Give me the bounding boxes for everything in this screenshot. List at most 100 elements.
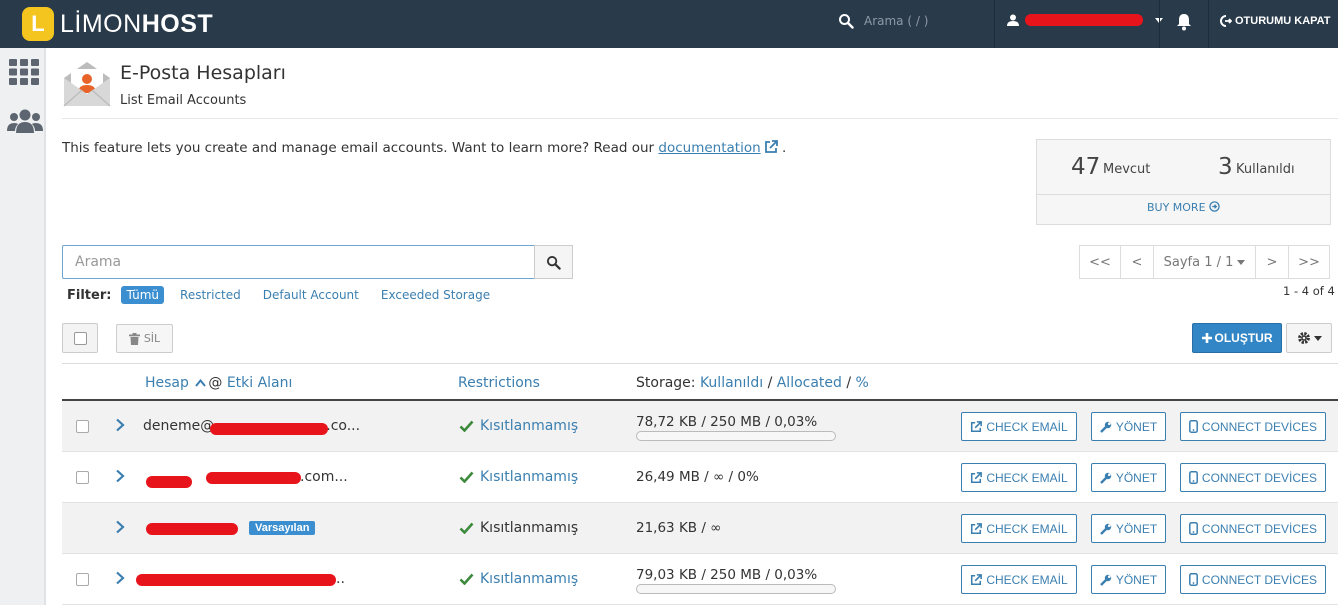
restrictions-column-header[interactable]: Restrictions [458, 375, 540, 391]
redaction-mark [146, 523, 238, 535]
page-select[interactable]: Sayfa 1 / 1 [1153, 245, 1256, 279]
top-search[interactable]: Arama ( / ) [838, 13, 928, 29]
chevron-right-icon[interactable] [115, 469, 125, 483]
select-all-checkbox[interactable] [62, 323, 98, 353]
last-page-button[interactable]: >> [1288, 245, 1330, 279]
check-email-label: CHECK EMAİL [986, 521, 1068, 536]
description-end: . [781, 140, 787, 156]
connect-devices-button[interactable]: CONNECT DEVİCES [1180, 463, 1326, 492]
redaction-mark [206, 472, 301, 484]
check-email-button[interactable]: CHECK EMAİL [961, 514, 1077, 543]
redaction-mark [136, 574, 336, 586]
user-icon [1007, 14, 1019, 26]
table-header: Hesap @ Etki Alanı Restrictions Storage:… [62, 363, 1338, 401]
check-email-button[interactable]: CHECK EMAİL [961, 565, 1077, 594]
manage-button[interactable]: YÖNET [1091, 463, 1166, 492]
next-page-button[interactable]: > [1255, 245, 1289, 279]
users-group-icon[interactable] [7, 108, 43, 134]
chevron-right-icon[interactable] [115, 418, 125, 432]
topbar-divider [994, 0, 995, 48]
chevron-right-icon[interactable] [115, 520, 125, 534]
logo-badge-icon: L [22, 7, 54, 41]
arrow-circle-right-icon [1209, 201, 1220, 212]
search-button[interactable] [534, 245, 573, 279]
account-tail: .co... [326, 418, 361, 434]
table-row: .com... Kısıtlanmamış 26,49 MB / ∞ / 0% … [62, 452, 1338, 503]
delete-button[interactable]: SİL [116, 324, 173, 353]
row-checkbox[interactable] [76, 471, 89, 484]
restriction-link[interactable]: Kısıtlanmamış [480, 418, 578, 434]
chevron-right-icon[interactable] [115, 571, 125, 585]
storage-usage: 26,49 MB / ∞ / 0% [636, 469, 759, 485]
storage-usage: 21,63 KB / ∞ [636, 520, 722, 536]
settings-dropdown-button[interactable] [1286, 323, 1332, 353]
manage-button[interactable]: YÖNET [1091, 565, 1166, 594]
manage-button[interactable]: YÖNET [1091, 412, 1166, 441]
mobile-phone-icon [1188, 522, 1198, 535]
filter-restricted[interactable]: Restricted [180, 288, 241, 302]
top-bar: L LİMONHOST Arama ( / ) OTURUMU KAPAT [0, 0, 1338, 48]
user-menu[interactable] [1007, 14, 1163, 26]
connect-devices-label: CONNECT DEVİCES [1201, 419, 1318, 434]
page-title: E-Posta Hesapları [120, 62, 286, 84]
filter-label: Filter: [67, 287, 112, 303]
manage-label: YÖNET [1115, 470, 1158, 485]
account-tail: .com... [300, 469, 348, 485]
search-input[interactable]: Arama [62, 245, 535, 279]
limonhost-logo[interactable]: L LİMONHOST [22, 7, 213, 41]
manage-button[interactable]: YÖNET [1091, 514, 1166, 543]
filter-bar: Filter: Tümü Restricted Default Account … [67, 286, 512, 304]
check-email-button[interactable]: CHECK EMAİL [961, 412, 1077, 441]
caret-down-icon [1237, 259, 1246, 265]
at-symbol: @ [208, 375, 223, 391]
restriction-link[interactable]: Kısıtlanmamış [480, 571, 578, 587]
buy-more-label: BUY MORE [1146, 201, 1206, 214]
documentation-link[interactable]: documentation [658, 140, 760, 156]
filter-exceeded-storage[interactable]: Exceeded Storage [381, 288, 490, 302]
logout-button[interactable]: OTURUMU KAPAT [1220, 15, 1331, 27]
account-tail: .. [336, 571, 345, 587]
wrench-icon [1099, 421, 1112, 433]
manage-label: YÖNET [1115, 419, 1158, 434]
row-checkbox[interactable] [76, 420, 89, 433]
connect-devices-button[interactable]: CONNECT DEVİCES [1180, 412, 1326, 441]
sort-allocated[interactable]: Allocated [777, 375, 842, 391]
main-content: E-Posta Hesapları List Email Accounts Th… [47, 48, 1338, 605]
wrench-icon [1099, 523, 1112, 535]
domain-column-label[interactable]: Etki Alanı [227, 375, 293, 391]
sort-used[interactable]: Kullanıldı [700, 375, 763, 391]
check-email-label: CHECK EMAİL [986, 470, 1068, 485]
row-checkbox[interactable] [76, 573, 89, 586]
quota-panel: 47 Mevcut 3 Kullanıldı BUY MORE [1036, 139, 1331, 225]
logo-text: LİMONHOST [60, 9, 214, 38]
notifications-bell-icon[interactable] [1176, 13, 1192, 35]
gear-icon [1297, 332, 1310, 344]
email-envelope-icon [63, 62, 111, 107]
delete-label: SİL [143, 332, 161, 345]
connect-devices-button[interactable]: CONNECT DEVİCES [1180, 565, 1326, 594]
first-page-button[interactable]: << [1079, 245, 1121, 279]
filter-default-account[interactable]: Default Account [263, 288, 359, 302]
check-email-button[interactable]: CHECK EMAİL [961, 463, 1077, 492]
plus-icon [1201, 333, 1212, 343]
external-link-icon [971, 573, 983, 585]
connect-devices-button[interactable]: CONNECT DEVİCES [1180, 514, 1326, 543]
feature-description: This feature lets you create and manage … [62, 140, 786, 156]
logout-icon [1220, 15, 1232, 27]
sidebar [0, 48, 46, 605]
page-select-label: Sayfa 1 / 1 [1163, 254, 1234, 270]
pagination: << < Sayfa 1 / 1 > >> [1079, 245, 1330, 279]
default-account-badge: Varsayılan [249, 521, 316, 535]
restriction-link[interactable]: Kısıtlanmamış [480, 469, 578, 485]
sort-account-header[interactable]: Hesap @ Etki Alanı [145, 375, 292, 391]
top-search-placeholder: Arama ( / ) [864, 14, 929, 28]
topbar-divider [1208, 0, 1209, 48]
storage-progress-bar [636, 431, 836, 441]
prev-page-button[interactable]: < [1120, 245, 1154, 279]
buy-more-link[interactable]: BUY MORE [1037, 201, 1330, 214]
sort-percent[interactable]: % [856, 375, 869, 391]
external-link-icon[interactable] [764, 140, 778, 154]
filter-all[interactable]: Tümü [121, 286, 165, 304]
apps-grid-icon[interactable] [9, 59, 39, 85]
create-button[interactable]: OLUŞTUR [1192, 323, 1282, 353]
